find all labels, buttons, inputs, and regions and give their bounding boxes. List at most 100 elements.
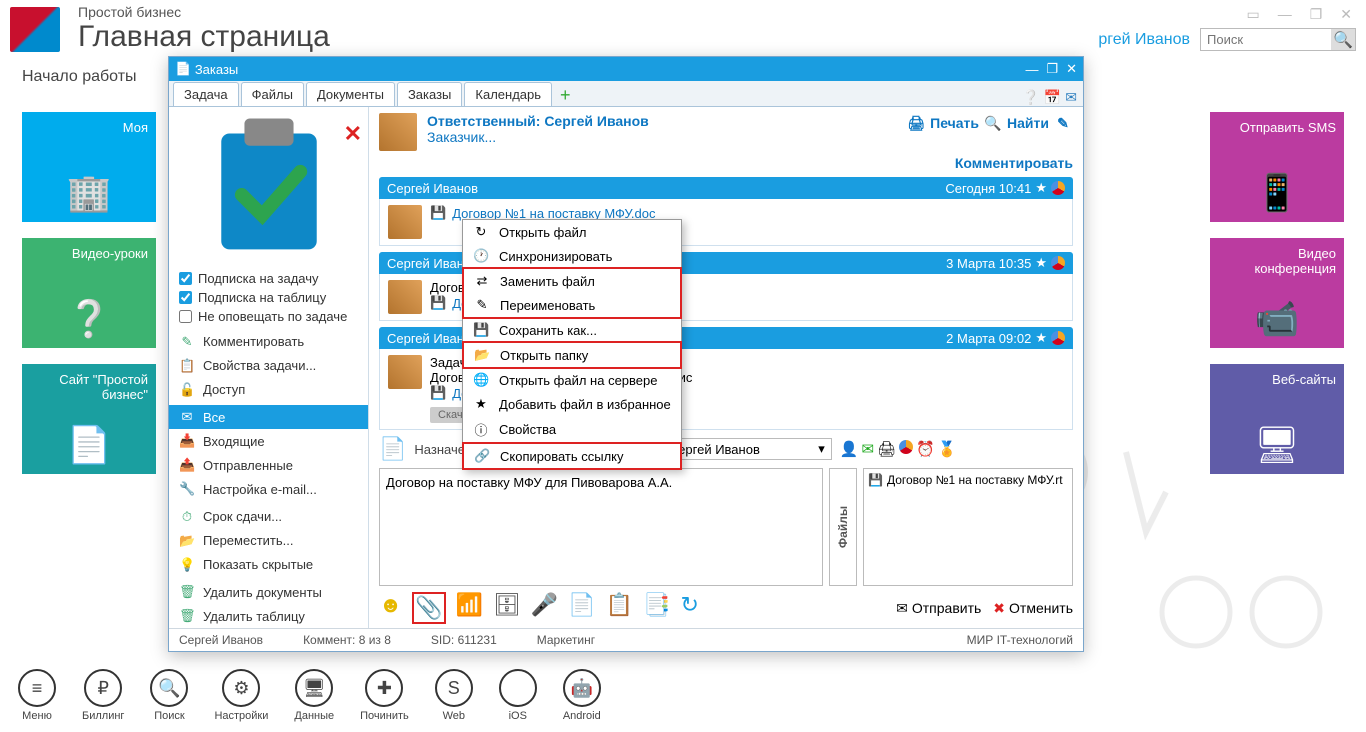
mail-icon[interactable]: ✉ <box>1065 89 1077 106</box>
sidebar-item-Переместить-[interactable]: 📂Переместить... <box>169 529 368 553</box>
search-input[interactable] <box>1201 29 1331 50</box>
database-icon[interactable]: 🗄 <box>493 592 521 624</box>
modal-minimize-icon[interactable]: — <box>1025 62 1038 77</box>
sidebar-item-Входящие[interactable]: 📥Входящие <box>169 429 368 453</box>
attach-icon[interactable]: 📎 <box>412 592 445 624</box>
ctx-item-Скопировать-ссылку[interactable]: 🔗Скопировать ссылку <box>464 444 680 468</box>
tile-сайт-"простой-бизнес"[interactable]: Сайт "Простой бизнес"📄 <box>22 364 156 474</box>
toolbar-меню[interactable]: ≡Меню <box>18 669 56 722</box>
badge-icon[interactable]: 🏅 <box>938 440 957 458</box>
checkbox[interactable] <box>179 291 192 304</box>
current-user[interactable]: ргей Иванов <box>1098 31 1190 49</box>
attachment-item[interactable]: 💾 Договор №1 на поставку МФУ.rt <box>868 473 1068 487</box>
add-tab-button[interactable]: + <box>554 85 577 106</box>
mail-check-icon[interactable]: ✉ <box>861 440 874 458</box>
printer-icon[interactable]: 🖨 <box>906 113 926 133</box>
minimize-icon[interactable]: — <box>1278 6 1292 23</box>
toolbar-данные[interactable]: 🖥Данные <box>294 669 334 722</box>
search-button[interactable]: 🔍 <box>1331 29 1355 50</box>
toolbar-настройки[interactable]: ⚙Настройки <box>214 669 268 722</box>
star-icon[interactable]: ★ <box>1035 255 1047 271</box>
ctx-item-Открыть-файл[interactable]: ↻Открыть файл <box>463 220 681 244</box>
assignee-dropdown[interactable]: Сергей Иванов▾ <box>662 438 832 460</box>
sidebar-item-Все[interactable]: ✉Все <box>169 405 368 429</box>
tile-отправить-sms[interactable]: Отправить SMS📱 <box>1210 112 1344 222</box>
pie-icon[interactable] <box>1051 331 1065 345</box>
pie-icon[interactable] <box>899 440 913 458</box>
ctx-item-Заменить-файл[interactable]: ⇄Заменить файл <box>464 269 680 293</box>
close-task-icon[interactable]: ✕ <box>344 121 362 147</box>
clipboard-icon[interactable]: 📋 <box>606 592 633 624</box>
tile-видео-уроки[interactable]: Видео-уроки❔ <box>22 238 156 348</box>
print-mini-icon[interactable]: 🖨 <box>877 440 896 458</box>
sidebar-item-Показать-скрытые[interactable]: 💡Показать скрытые <box>169 553 368 577</box>
tab-заказы[interactable]: Заказы <box>397 82 462 106</box>
emoji-icon[interactable]: ☻ <box>379 592 402 624</box>
modal-close-icon[interactable]: ✕ <box>1066 61 1077 77</box>
mic-icon[interactable]: 🎤 <box>531 592 558 624</box>
ctx-item-Открыть-файл-на-сервере[interactable]: 🌐Открыть файл на сервере <box>463 368 681 392</box>
sidebar-item-Удалить-документы[interactable]: 🗑Удалить документы <box>169 580 368 604</box>
sidebar-item-Доступ[interactable]: 🔓Доступ <box>169 378 368 402</box>
help-icon[interactable]: ❔ <box>1022 89 1039 106</box>
checkbox[interactable] <box>179 310 192 323</box>
find-button[interactable]: Найти <box>1007 115 1049 131</box>
tab-документы[interactable]: Документы <box>306 82 395 106</box>
modal-titlebar[interactable]: 📄 Заказы — ❐ ✕ <box>169 57 1083 81</box>
tab-задача[interactable]: Задача <box>173 82 239 106</box>
tab-файлы[interactable]: Файлы <box>241 82 304 106</box>
comment-link[interactable]: Комментировать <box>369 155 1083 171</box>
ctx-item-Добавить-файл-в-избранное[interactable]: ★Добавить файл в избранное <box>463 392 681 416</box>
maximize-icon[interactable]: ❐ <box>1310 6 1323 23</box>
file-context-menu[interactable]: ↻Открыть файл🕐Синхронизировать⇄Заменить … <box>462 219 682 470</box>
star-icon[interactable]: ★ <box>1035 330 1047 346</box>
pie-icon[interactable] <box>1051 181 1065 195</box>
ctx-item-Переименовать[interactable]: ✎Переименовать <box>464 293 680 317</box>
user-add-icon[interactable]: 👤 <box>840 440 859 458</box>
pie-icon[interactable] <box>1051 256 1065 270</box>
sidebar-item-Удалить-таблицу[interactable]: 🗑Удалить таблицу <box>169 604 368 628</box>
files-toggle[interactable]: Файлы <box>829 468 857 586</box>
checkbox[interactable] <box>179 272 192 285</box>
comment-editor[interactable] <box>379 468 823 586</box>
tab-календарь[interactable]: Календарь <box>464 82 552 106</box>
search-icon[interactable]: 🔍 <box>983 113 1003 133</box>
send-button[interactable]: ✉Отправить <box>896 600 981 617</box>
tile-моя[interactable]: Моя🏢 <box>22 112 156 222</box>
star-icon[interactable]: ★ <box>1035 180 1047 196</box>
modal-maximize-icon[interactable]: ❐ <box>1046 61 1058 77</box>
toolbar-биллинг[interactable]: ₽Биллинг <box>82 669 124 722</box>
print-button[interactable]: Печать <box>930 115 979 131</box>
toolbar-web[interactable]: SWeb <box>435 669 473 722</box>
toolbar-починить[interactable]: ✚Починить <box>360 669 409 722</box>
ctx-item-Свойства[interactable]: ⓘСвойства <box>463 416 681 443</box>
sidebar-item-Срок-сдачи-[interactable]: ⏱Срок сдачи... <box>169 505 368 529</box>
ctx-item-Открыть-папку[interactable]: 📂Открыть папку <box>464 343 680 367</box>
global-search[interactable]: 🔍 <box>1200 28 1356 51</box>
sidebar-item-Настройка-e-mail-[interactable]: 🔧Настройка e-mail... <box>169 477 368 501</box>
ctx-item-Сохранить-как-[interactable]: 💾Сохранить как... <box>463 318 681 342</box>
close-icon[interactable]: ✕ <box>1340 6 1352 23</box>
responsible-label[interactable]: Ответственный: Сергей Иванов <box>427 113 649 129</box>
copy-icon[interactable]: 📑 <box>643 592 670 624</box>
scanner-icon[interactable]: 📶 <box>456 592 483 624</box>
refresh-icon[interactable]: ↻ <box>681 592 699 624</box>
cancel-button[interactable]: ✖Отменить <box>993 600 1073 617</box>
calendar-icon[interactable]: 📅 <box>1044 89 1061 106</box>
comment-header[interactable]: Сергей ИвановСегодня 10:41★ <box>379 177 1073 199</box>
doc-add-icon[interactable]: 📄 <box>568 592 595 624</box>
ctx-item-Синхронизировать[interactable]: 🕐Синхронизировать <box>463 244 681 268</box>
tile-видео-конференция[interactable]: Видео конференция📹 <box>1210 238 1344 348</box>
sidebar-item-Отправленные[interactable]: 📤Отправленные <box>169 453 368 477</box>
pencil-icon[interactable]: ✎ <box>1053 113 1073 133</box>
toolbar-ios[interactable]: iOS <box>499 669 537 722</box>
customer-label[interactable]: Заказчик... <box>427 129 649 145</box>
sidebar-item-Свойства-задачи-[interactable]: 📋Свойства задачи... <box>169 354 368 378</box>
tile-веб-сайты[interactable]: Веб-сайты🖥 <box>1210 364 1344 474</box>
toolbar-android[interactable]: 🤖Android <box>563 669 601 722</box>
toolbar-поиск[interactable]: 🔍Поиск <box>150 669 188 722</box>
clock-icon[interactable]: ⏰ <box>916 440 935 458</box>
check-Не-оповещать-по-задаче[interactable]: Не оповещать по задаче <box>169 307 368 326</box>
check-Подписка-на-таблицу[interactable]: Подписка на таблицу <box>169 288 368 307</box>
sidebar-item-Комментировать[interactable]: ✎Комментировать <box>169 330 368 354</box>
